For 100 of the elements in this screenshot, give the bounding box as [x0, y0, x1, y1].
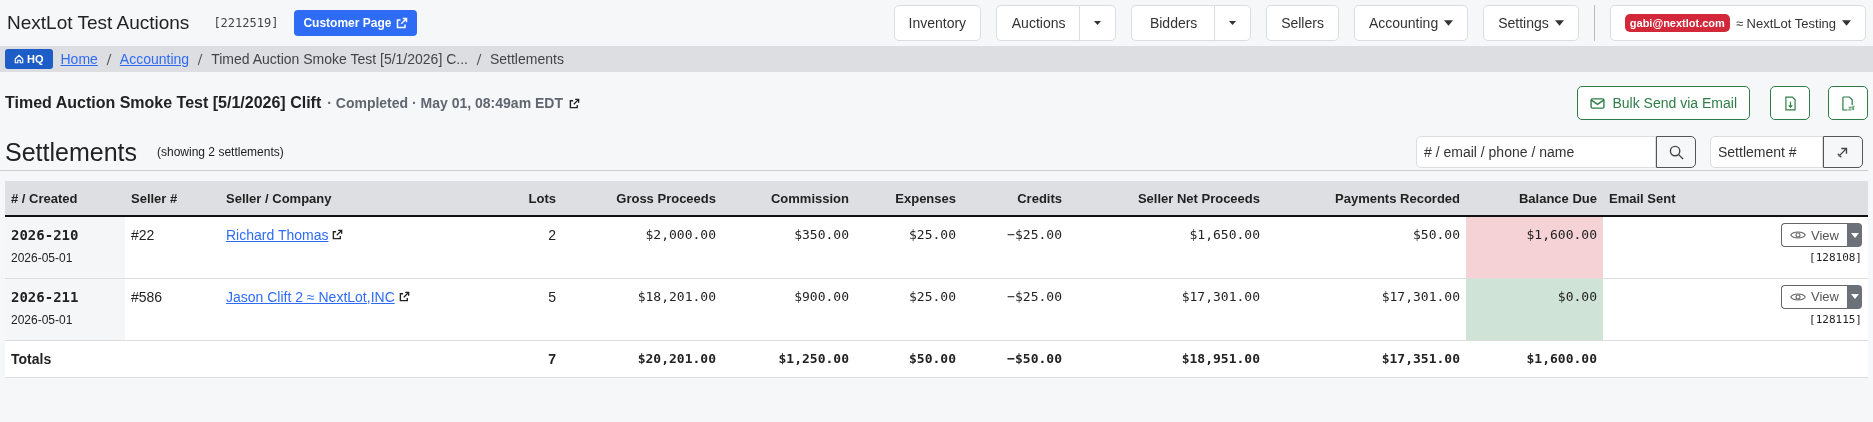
amount: −$25.00: [1007, 227, 1062, 242]
arrow-icon: [1836, 145, 1850, 159]
search-button[interactable]: [1656, 136, 1696, 168]
zip-file-icon: [1841, 95, 1855, 111]
bulk-email-button[interactable]: Bulk Send via Email: [1577, 86, 1750, 120]
amount: $17,301.00: [1181, 288, 1260, 304]
column-header: Balance Due: [1466, 181, 1603, 216]
external-link-icon[interactable]: [569, 97, 580, 109]
total-amount: $17,351.00: [1381, 351, 1460, 366]
total-amount: $18,951.00: [1181, 351, 1260, 366]
total-lots: 7: [548, 350, 556, 367]
total-amount: $20,201.00: [637, 351, 716, 366]
amount: $900.00: [794, 288, 849, 304]
created-date: 2026-05-01: [11, 251, 74, 265]
settlement-number[interactable]: 2026-210: [11, 227, 119, 243]
column-header: Gross Proceeds: [562, 181, 722, 216]
nav-dropdown[interactable]: Settings: [1483, 5, 1579, 41]
settlement-number-field[interactable]: Settlement #: [1710, 136, 1823, 168]
zip-button[interactable]: [1828, 86, 1868, 120]
balance-due-cell: $0.00: [1466, 278, 1603, 340]
eye-icon: [1790, 291, 1807, 302]
caret-icon: [1850, 232, 1859, 238]
column-header: Expenses: [855, 181, 962, 216]
auction-title: Timed Auction Smoke Test [5/1/2026] Clift: [5, 94, 322, 112]
caret-icon: [1842, 20, 1851, 26]
caret-icon: [1850, 294, 1859, 299]
home-icon: [14, 54, 24, 64]
user-email-badge: gabi@nextlot.com: [1624, 14, 1730, 32]
total-amount: $50.00: [909, 351, 956, 366]
column-header: Seller #: [125, 181, 220, 216]
balance-due-cell: $1,600.00: [1466, 216, 1603, 278]
created-date: 2026-05-01: [11, 312, 74, 327]
auction-status: · Completed · May 01, 08:49am EDT: [327, 95, 563, 111]
seller-link[interactable]: Richard Thomas: [226, 227, 329, 243]
settlement-count: (showing 2 settlements): [157, 145, 284, 159]
external-link-icon[interactable]: [332, 229, 344, 240]
reference-id: [128108]: [1808, 251, 1862, 264]
column-header: Email Sent: [1603, 181, 1703, 216]
amount: $1,650.00: [1189, 227, 1260, 242]
column-header: # / Created: [5, 181, 125, 216]
account-id: [2212519]: [213, 16, 279, 30]
amount: −$25.00: [1007, 288, 1062, 304]
total-amount: −$50.00: [1007, 351, 1062, 366]
settlement-number[interactable]: 2026-211: [11, 288, 119, 305]
breadcrumb-separator: [105, 52, 112, 66]
hq-badge[interactable]: HQ: [5, 49, 53, 69]
search-field[interactable]: # / email / phone / name: [1416, 136, 1656, 168]
nav-button[interactable]: Auctions: [996, 5, 1080, 41]
amount: $50.00: [1413, 227, 1460, 242]
view-button[interactable]: View: [1781, 284, 1847, 309]
view-button[interactable]: View: [1781, 223, 1847, 247]
column-header: Seller / Company: [220, 181, 450, 216]
amount: $2,000.00: [645, 227, 716, 242]
nav-button[interactable]: Sellers: [1266, 5, 1339, 41]
caret-icon: [1094, 20, 1102, 26]
file-download-icon: [1784, 95, 1796, 111]
caret-icon: [1229, 20, 1237, 26]
org-name: ≈ NextLot Testing: [1735, 15, 1836, 31]
total-amount: $1,250.00: [778, 351, 849, 366]
lots-count: 2: [548, 227, 556, 243]
dropdown-toggle[interactable]: [1214, 5, 1252, 41]
column-header: Commission: [722, 181, 855, 216]
caret-icon: [1444, 20, 1454, 26]
caret-icon: [1554, 20, 1564, 26]
breadcrumb-separator: [475, 52, 482, 66]
nav-button[interactable]: Inventory: [893, 5, 982, 41]
seller-number: #586: [131, 288, 163, 305]
go-button[interactable]: [1823, 136, 1863, 168]
column-header: Payments Recorded: [1266, 181, 1466, 216]
seller-number: #22: [131, 227, 155, 243]
breadcrumb-item: Timed Auction Smoke Test [5/1/2026] C...: [211, 51, 468, 67]
nav-dropdown[interactable]: Accounting: [1353, 5, 1469, 41]
totals-label: Totals: [11, 350, 52, 367]
section-heading: Settlements: [5, 137, 137, 167]
lots-count: 5: [548, 288, 556, 305]
amount: $25.00: [909, 227, 956, 242]
column-header: Credits: [962, 181, 1068, 216]
customer-page-button[interactable]: Customer Page: [294, 10, 418, 36]
external-link-icon[interactable]: [398, 290, 410, 302]
eye-icon: [1790, 230, 1807, 240]
external-link-icon: [396, 17, 409, 29]
breadcrumb-separator: [197, 52, 204, 66]
total-balance: $1,600.00: [1526, 351, 1597, 366]
amount: $350.00: [794, 227, 849, 242]
column-header: Seller Net Proceeds: [1068, 181, 1266, 216]
dropdown-toggle[interactable]: [1847, 223, 1862, 247]
seller-link[interactable]: Jason Clift 2 ≈ NextLot,INC: [226, 288, 395, 305]
search-icon: [1668, 144, 1684, 160]
dropdown-toggle[interactable]: [1079, 5, 1117, 41]
app-title: NextLot Test Auctions: [7, 12, 190, 34]
amount: $25.00: [909, 288, 956, 304]
amount: $17,301.00: [1381, 288, 1460, 304]
reference-id: [128115]: [1808, 312, 1862, 326]
envelope-icon: [1590, 97, 1606, 109]
dropdown-toggle[interactable]: [1847, 284, 1862, 309]
download-button[interactable]: [1770, 86, 1810, 120]
nav-button[interactable]: Bidders: [1131, 5, 1215, 41]
user-menu[interactable]: gabi@nextlot.com ≈ NextLot Testing: [1609, 5, 1866, 41]
breadcrumb-item: Settlements: [489, 51, 564, 67]
column-header: Lots: [450, 181, 562, 216]
